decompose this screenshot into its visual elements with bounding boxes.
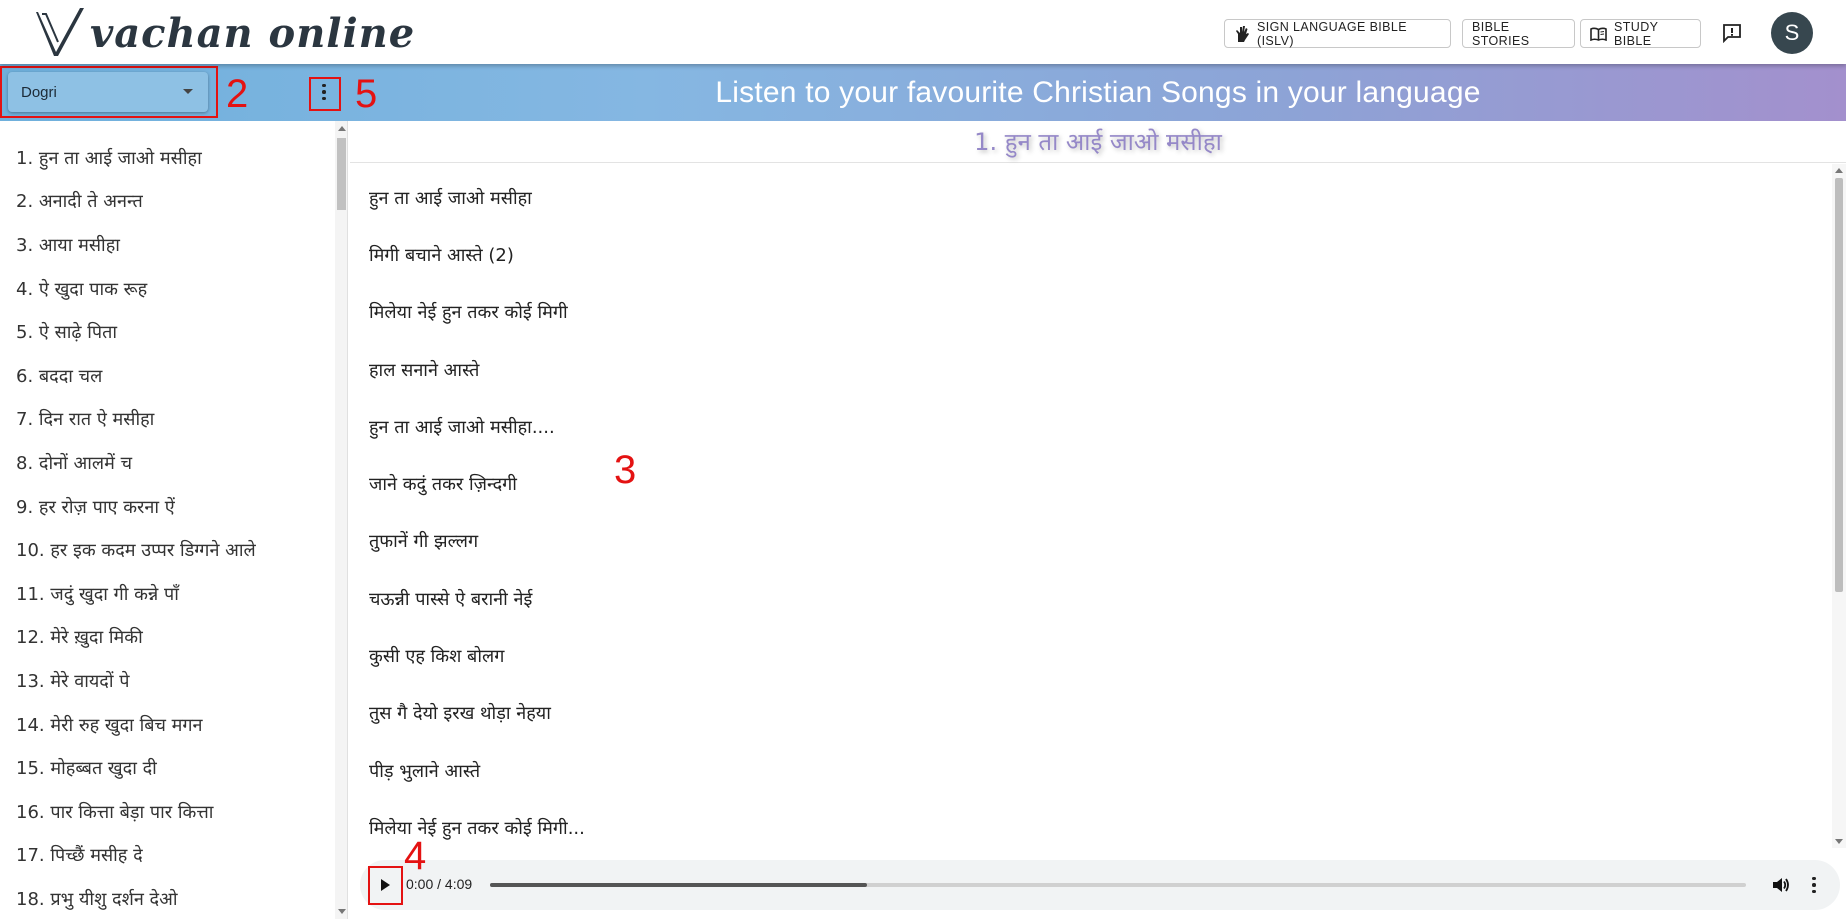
lyrics-scroll-thumb[interactable]: [1835, 178, 1843, 592]
lyric-line: हुन ता आई जाओ मसीहा....: [369, 416, 555, 438]
lyrics-panel: हुन ता आई जाओ मसीहा मिगी बचाने आस्ते (2) म…: [350, 164, 1846, 848]
scroll-down-icon[interactable]: [338, 909, 346, 914]
song-list-item[interactable]: 8. दोनों आलमें च: [0, 441, 347, 485]
volume-icon[interactable]: [1771, 875, 1791, 895]
sidebar-scrollbar[interactable]: [335, 121, 347, 919]
lyric-line: पीड़ भुलाने आस्ते: [369, 760, 481, 782]
lyric-line: कुसी एह किश बोलग: [369, 646, 505, 668]
song-list-item[interactable]: 5. ऐ साढ़े पिता: [0, 310, 347, 354]
annotation-label-4: 4: [404, 834, 427, 878]
song-title: 1. हुन ता आई जाओ मसीहा: [350, 121, 1846, 163]
song-list-item[interactable]: 17. पिच्छैं मसीह दे: [0, 834, 347, 878]
vachan-logo[interactable]: vachan online: [32, 6, 415, 58]
app-header: vachan online SIGN LANGUAGE BIBLE (ISLV)…: [0, 0, 1846, 64]
lyric-line: तुफानें गी झल्लग: [369, 531, 479, 553]
song-list-item[interactable]: 16. पार कित्ता बेड़ा पार कित्ता: [0, 790, 347, 834]
player-options-icon[interactable]: [1808, 875, 1820, 895]
annotation-label-2: 2: [226, 72, 249, 116]
lyric-line: जाने कदुं तकर ज़िन्दगी: [369, 474, 517, 496]
play-icon: [380, 879, 390, 891]
song-list: 1. हुन ता आई जाओ मसीहा 2. अनादी ते अनन्त 3…: [0, 121, 347, 919]
songs-toolbar: Dogri Listen to your favourite Christian…: [0, 64, 1846, 121]
book-open-icon: [1590, 27, 1607, 41]
study-bible-button[interactable]: STUDY BIBLE: [1580, 19, 1701, 48]
song-list-item[interactable]: 13. मेरे वायदों पे: [0, 659, 347, 703]
scroll-up-icon[interactable]: [1835, 168, 1843, 173]
sign-language-bible-button[interactable]: SIGN LANGUAGE BIBLE (ISLV): [1224, 19, 1451, 48]
user-avatar[interactable]: S: [1771, 12, 1813, 54]
song-list-item[interactable]: 1. हुन ता आई जाओ मसीहा: [0, 136, 347, 180]
scroll-up-icon[interactable]: [338, 126, 346, 131]
page-heading: Listen to your favourite Christian Songs…: [715, 76, 1481, 109]
bible-stories-label: BIBLE STORIES: [1472, 19, 1530, 48]
song-list-item[interactable]: 14. मेरी रुह खुदा बिच मगन: [0, 703, 347, 747]
seek-bar-fill: [490, 883, 867, 887]
chevron-down-icon: [183, 89, 193, 94]
song-list-item[interactable]: 7. दिन रात ऐ मसीहा: [0, 398, 347, 442]
lyric-line: चऊन्नी पास्से ऐ बरानी नेई: [369, 588, 533, 610]
song-list-panel: 1. हुन ता आई जाओ मसीहा 2. अनादी ते अनन्त 3…: [0, 121, 348, 919]
lyric-line: हुन ता आई जाओ मसीहा: [369, 187, 532, 209]
song-list-item[interactable]: 10. हर इक कदम उप्पर डिग्गने आले: [0, 528, 347, 572]
bible-stories-button[interactable]: BIBLE STORIES: [1462, 19, 1575, 48]
logo-text: vachan online: [90, 9, 416, 57]
lyric-line: मिलेया नेई हुन तकर कोई मिगी: [369, 302, 568, 324]
lyric-line: मिगी बचाने आस्ते (2): [369, 244, 514, 266]
song-list-item[interactable]: 15. मोहब्बत खुदा दी: [0, 746, 347, 790]
sidebar-scroll-thumb[interactable]: [337, 138, 346, 210]
lyrics-scrollbar[interactable]: [1832, 164, 1846, 848]
lyric-line: मिलेया नेई हुन तकर कोई मिगी...: [369, 817, 585, 839]
song-list-item[interactable]: 12. मेरे ख़ुदा मिकी: [0, 616, 347, 660]
song-list-item[interactable]: 2. अनादी ते अनन्त: [0, 180, 347, 224]
song-list-item[interactable]: 18. प्रभु यीशु दर्शन देओ: [0, 877, 347, 919]
play-button[interactable]: [374, 875, 394, 895]
pen-logo-icon: [36, 8, 84, 56]
song-list-item[interactable]: 3. आया मसीहा: [0, 223, 347, 267]
song-list-item[interactable]: 4. ऐ खुदा पाक रूह: [0, 267, 347, 311]
seek-bar[interactable]: [490, 883, 1746, 887]
sign-language-icon: [1234, 25, 1250, 43]
song-list-item[interactable]: 11. जदुं खुदा गी कन्ने पाँ: [0, 572, 347, 616]
song-list-item[interactable]: 9. हर रोज़ पाए करना ऐं: [0, 485, 347, 529]
annotation-label-5: 5: [355, 72, 378, 116]
sign-language-bible-label: SIGN LANGUAGE BIBLE (ISLV): [1257, 19, 1408, 48]
study-bible-label: STUDY BIBLE: [1614, 19, 1659, 48]
annotation-label-3: 3: [614, 448, 637, 492]
feedback-icon[interactable]: [1720, 22, 1744, 44]
audio-player: 0:00 / 4:09: [360, 860, 1840, 910]
language-select-value: Dogri: [21, 83, 57, 101]
lyric-line: हाल सनाने आस्ते: [369, 359, 480, 381]
language-select[interactable]: Dogri: [8, 72, 208, 112]
playback-time: 0:00 / 4:09: [406, 876, 473, 892]
scroll-down-icon[interactable]: [1835, 839, 1843, 844]
more-options-button[interactable]: [312, 77, 336, 107]
lyric-line: तुस गै देयो इरख थोड़ा नेहया: [369, 703, 551, 725]
song-list-item[interactable]: 6. बददा चल: [0, 354, 347, 398]
